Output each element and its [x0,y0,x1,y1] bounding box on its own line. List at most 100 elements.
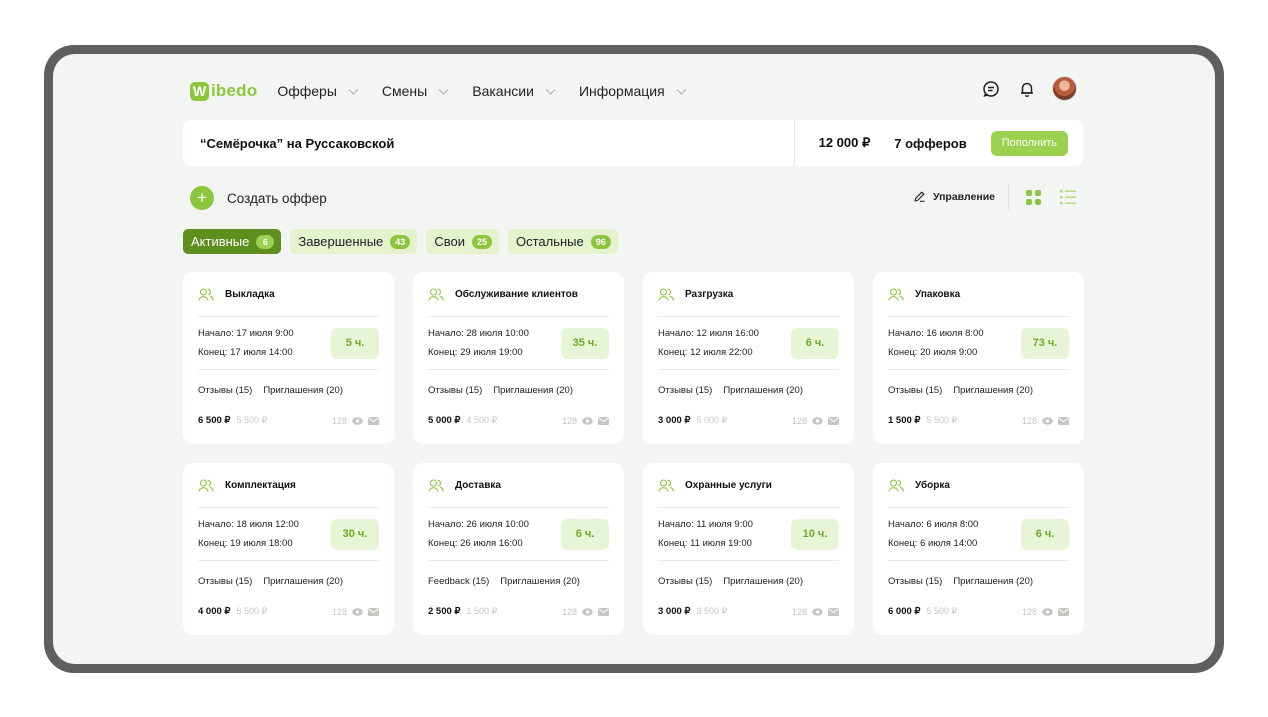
card-schedule: Начало: 18 июля 12:00 Конец: 19 июля 18:… [198,508,379,561]
price: 2 500 ₽ [428,606,461,617]
start-time: Начало: 28 июля 10:00 [428,328,529,339]
count-badge: 43 [390,234,411,249]
card-stats: 128 [562,607,609,617]
duration-badge: 6 ч. [1021,518,1069,550]
plus-icon: + [190,186,214,210]
eye-icon [1042,607,1053,616]
card-stats: 128 [562,416,609,426]
offer-card[interactable]: Охранные услуги Начало: 11 июля 9:00 Кон… [643,463,854,635]
end-time: Конец: 6 июля 14:00 [888,538,978,549]
eye-icon [582,416,593,425]
card-schedule: Начало: 26 июля 10:00 Конец: 26 июля 16:… [428,508,609,561]
chat-icon[interactable] [980,78,1002,100]
invites-link[interactable]: Приглашения (20) [723,385,803,396]
filter-tabs: Активные 6 Завершенные 43 Свои 25 Осталь… [183,229,618,254]
card-dates: Начало: 26 июля 10:00 Конец: 26 июля 16:… [428,515,529,553]
grid-view-icon[interactable] [1026,190,1041,205]
reviews-link[interactable]: Отзывы (15) [428,385,482,396]
nav-item-vacancies[interactable]: Вакансии [472,83,557,99]
end-time: Конец: 29 июля 19:00 [428,347,523,358]
invites-link[interactable]: Приглашения (20) [723,576,803,587]
card-dates: Начало: 11 июля 9:00 Конец: 11 июля 19:0… [658,515,753,553]
card-title: Уборка [915,479,950,491]
reviews-link[interactable]: Отзывы (15) [888,576,942,587]
reviews-link[interactable]: Отзывы (15) [198,576,252,587]
card-schedule: Начало: 28 июля 10:00 Конец: 29 июля 19:… [428,317,609,370]
tab-other[interactable]: Остальные 96 [507,229,618,254]
start-time: Начало: 12 июля 16:00 [658,328,759,339]
reviews-link[interactable]: Отзывы (15) [198,385,252,396]
offer-card[interactable]: Упаковка Начало: 16 июля 8:00 Конец: 20 … [873,272,1084,444]
app-screen: W ibedo Офферы Смены Вакансии Информация [53,54,1215,664]
price: 5 000 ₽ [428,415,461,426]
logo[interactable]: W ibedo [190,81,257,101]
reviews-link[interactable]: Отзывы (15) [658,385,712,396]
offer-card[interactable]: Выкладка Начало: 17 июля 9:00 Конец: 17 … [183,272,394,444]
mail-icon [598,607,609,616]
tab-active[interactable]: Активные 6 [183,229,282,254]
tab-own[interactable]: Свои 25 [426,229,499,254]
views-count: 128 [791,415,807,426]
logo-mark: W [190,81,209,101]
end-time: Конец: 17 июля 14:00 [198,347,293,358]
mail-icon [1058,416,1069,425]
card-stats: 128 [1022,416,1069,426]
nav-item-offers[interactable]: Офферы [277,83,360,99]
nav-item-label: Информация [578,83,665,99]
card-header: Разгрузка [658,272,839,317]
card-header: Комплектация [198,463,379,508]
invites-link[interactable]: Приглашения (20) [493,385,573,396]
old-price: 5 000 ₽ [696,415,728,425]
views-count: 128 [561,606,577,617]
topup-button[interactable]: Пополнить [990,130,1068,156]
views-count: 128 [791,606,807,617]
card-title: Обслуживание клиентов [455,288,578,300]
nav-item-shifts[interactable]: Смены [382,83,450,99]
chevron-down-icon [348,88,359,95]
views-count: 128 [331,415,347,426]
invites-link[interactable]: Приглашения (20) [263,576,343,587]
reviews-link[interactable]: Отзывы (15) [658,576,712,587]
create-offer-button[interactable]: + Создать оффер [190,186,327,210]
tab-completed[interactable]: Завершенные 43 [290,229,418,254]
card-footer: 3 000 ₽ 5 000 ₽ 128 [658,415,839,426]
chevron-down-icon [676,88,687,95]
card-schedule: Начало: 16 июля 8:00 Конец: 20 июля 9:00… [888,317,1069,370]
start-time: Начало: 16 июля 8:00 [888,328,984,339]
avatar[interactable] [1052,76,1077,101]
duration-badge: 73 ч. [1021,327,1069,359]
offer-card[interactable]: Разгрузка Начало: 12 июля 16:00 Конец: 1… [643,272,854,444]
old-price: 4 500 ₽ [466,415,498,425]
eye-icon [352,416,363,425]
offer-card[interactable]: Уборка Начало: 6 июля 8:00 Конец: 6 июля… [873,463,1084,635]
card-stats: 128 [792,607,839,617]
offer-card[interactable]: Доставка Начало: 26 июля 10:00 Конец: 26… [413,463,624,635]
offer-card[interactable]: Комплектация Начало: 18 июля 12:00 Конец… [183,463,394,635]
invites-link[interactable]: Приглашения (20) [263,385,343,396]
tab-label: Активные [191,234,250,249]
card-schedule: Начало: 6 июля 8:00 Конец: 6 июля 14:00 … [888,508,1069,561]
nav-item-info[interactable]: Информация [579,83,688,99]
invites-link[interactable]: Приглашения (20) [953,576,1033,587]
invites-link[interactable]: Приглашения (20) [953,385,1033,396]
reviews-link[interactable]: Отзывы (15) [888,385,942,396]
manage-button[interactable]: Управление [913,190,995,203]
end-time: Конец: 19 июля 18:00 [198,538,293,549]
offers-count: 7 офферов [894,135,967,151]
list-view-icon[interactable] [1060,189,1076,206]
end-time: Конец: 12 июля 22:00 [658,347,753,358]
start-time: Начало: 6 июля 8:00 [888,519,979,530]
nav-item-label: Смены [381,83,428,99]
views-count: 128 [331,606,347,617]
card-footer: 6 000 ₽ 5 500 ₽ 128 [888,606,1069,617]
top-nav: W ibedo Офферы Смены Вакансии Информация [183,76,1083,106]
card-dates: Начало: 17 июля 9:00 Конец: 17 июля 14:0… [198,324,294,362]
invites-link[interactable]: Приглашения (20) [500,576,580,587]
card-footer: 2 500 ₽ 1 500 ₽ 128 [428,606,609,617]
duration-badge: 6 ч. [791,327,839,359]
card-stats: 128 [1022,607,1069,617]
old-price: 5 500 ₽ [926,606,958,616]
reviews-link[interactable]: Feedback (15) [428,576,489,587]
bell-icon[interactable] [1016,78,1038,100]
offer-card[interactable]: Обслуживание клиентов Начало: 28 июля 10… [413,272,624,444]
